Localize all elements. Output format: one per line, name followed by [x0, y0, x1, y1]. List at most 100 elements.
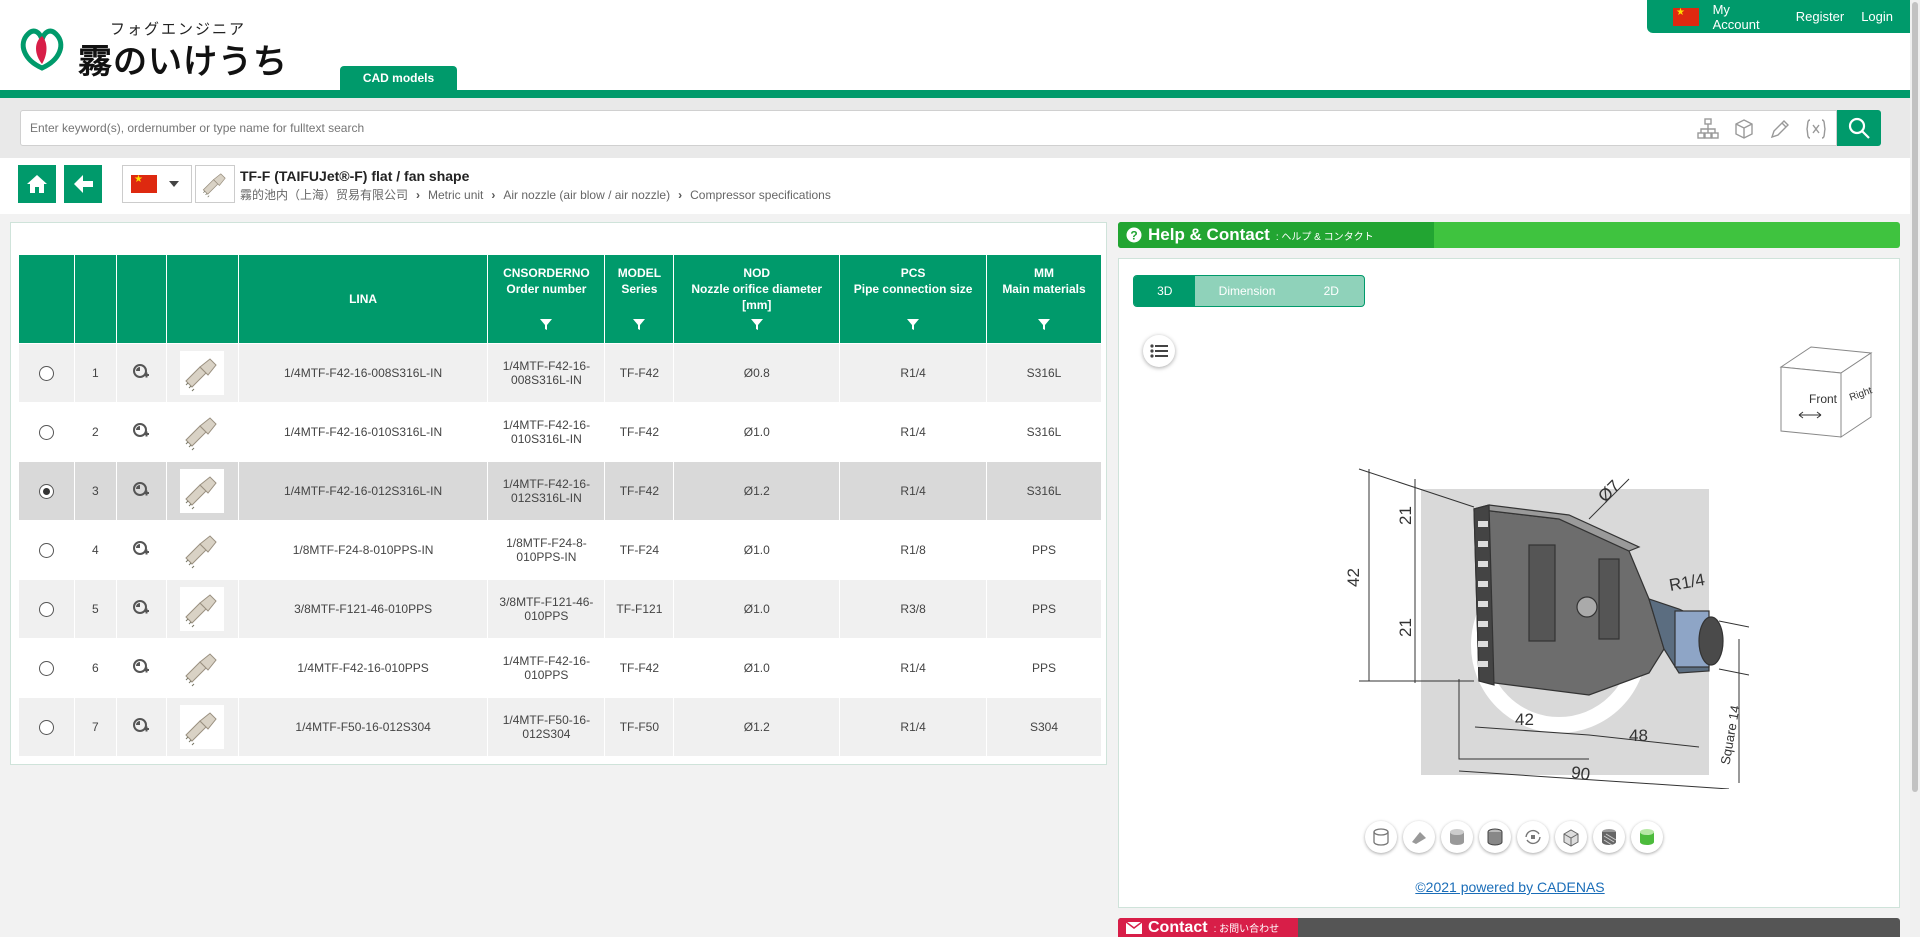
home-button[interactable]	[18, 165, 56, 203]
china-flag-icon[interactable]	[1673, 7, 1699, 26]
powered-by-link[interactable]: ©2021 powered by CADENAS	[1119, 879, 1901, 895]
color-view-button[interactable]	[1631, 821, 1663, 853]
table-row[interactable]: 4 1/8MTF-F24-8-010PPS-IN 1/8MTF-F24-8- 01…	[18, 520, 1102, 580]
col-model-sub: Series	[621, 282, 658, 296]
contact-bar[interactable]: Contact : お問い合わせ	[1118, 918, 1900, 937]
login-link[interactable]: Login	[1861, 9, 1893, 24]
filter-icon[interactable]	[539, 317, 553, 331]
page-scrollbar[interactable]	[1910, 0, 1920, 937]
row-pcs: R1/4	[839, 638, 988, 698]
viewer-menu-button[interactable]	[1143, 335, 1175, 367]
tab-2d[interactable]: 2D	[1299, 276, 1364, 306]
search-button[interactable]	[1837, 110, 1881, 146]
row-order-number: 1/4MTF-F42-16- 010PPS	[487, 638, 606, 698]
table-row[interactable]: 5 3/8MTF-F121-46-010PPS 3/8MTF-F121-46- 0…	[18, 579, 1102, 639]
row-lina: 1/4MTF-F50-16-012S304	[237, 697, 489, 757]
breadcrumb-item[interactable]: Compressor specifications	[690, 188, 831, 202]
logo-mark-icon	[20, 28, 64, 71]
filter-icon[interactable]	[906, 317, 920, 331]
back-button[interactable]	[64, 165, 102, 203]
hierarchy-icon[interactable]	[1696, 117, 1720, 141]
col-cnsorderno[interactable]: CNSORDERNO Order number	[487, 254, 606, 344]
col-model[interactable]: MODEL Series	[604, 254, 675, 344]
row-order-line1: 3/8MTF-F121-46-	[499, 595, 594, 609]
filter-icon[interactable]	[750, 317, 764, 331]
nozzle-thumbnail-icon[interactable]	[180, 469, 225, 513]
col-nod-unit: [mm]	[742, 298, 772, 312]
variable-icon[interactable]	[1804, 117, 1828, 141]
preview-3d-icon[interactable]	[132, 717, 150, 735]
table-row[interactable]: 6 1/4MTF-F42-16-010PPS 1/4MTF-F42-16- 010…	[18, 638, 1102, 698]
preview-3d-icon[interactable]	[132, 363, 150, 381]
table-row[interactable]: 1 1/4MTF-F42-16-008S316L-IN 1/4MTF-F42-1…	[18, 343, 1102, 403]
col-pcs[interactable]: PCS Pipe connection size	[839, 254, 988, 344]
cylinder-edges-icon	[1487, 828, 1503, 846]
row-nod: Ø0.8	[673, 343, 841, 403]
filter-icon[interactable]	[632, 317, 646, 331]
nozzle-thumbnail-icon[interactable]	[180, 410, 225, 454]
nozzle-thumbnail-icon[interactable]	[180, 528, 225, 572]
my-account-link[interactable]: My Account	[1713, 2, 1779, 32]
row-radio[interactable]	[38, 719, 54, 735]
shaded-edges-button[interactable]	[1479, 821, 1511, 853]
row-radio[interactable]	[38, 365, 54, 381]
col-mm[interactable]: MM Main materials	[986, 254, 1102, 344]
breadcrumb-item[interactable]: Metric unit	[428, 188, 483, 202]
scrollbar-thumb[interactable]	[1912, 2, 1918, 792]
row-radio[interactable]	[38, 660, 54, 676]
nozzle-thumbnail-icon[interactable]	[180, 705, 225, 749]
help-title: Help & Contact	[1148, 225, 1270, 244]
preview-3d-icon[interactable]	[132, 540, 150, 558]
register-link[interactable]: Register	[1796, 9, 1844, 24]
row-pcs: R1/4	[839, 461, 988, 521]
preview-3d-icon[interactable]	[132, 599, 150, 617]
measure-button[interactable]	[1403, 821, 1435, 853]
search-tools	[1696, 117, 1828, 141]
breadcrumb-item[interactable]: 霧的池内（上海）贸易有限公司	[240, 186, 408, 203]
box-view-button[interactable]	[1555, 821, 1587, 853]
cube-search-icon[interactable]	[1732, 117, 1756, 141]
product-thumbnail[interactable]	[195, 165, 235, 203]
row-nod: Ø1.0	[673, 638, 841, 698]
search-input[interactable]	[21, 111, 1321, 145]
tab-3d[interactable]: 3D	[1134, 276, 1196, 306]
row-radio[interactable]	[38, 424, 54, 440]
row-pcs: R3/8	[839, 579, 988, 639]
row-radio[interactable]	[38, 483, 54, 499]
row-radio[interactable]	[38, 601, 54, 617]
box-icon	[1563, 829, 1579, 847]
preview-3d-icon[interactable]	[132, 658, 150, 676]
table-row[interactable]: 3 1/4MTF-F42-16-012S316L-IN 1/4MTF-F42-1…	[18, 461, 1102, 521]
col-nod[interactable]: NOD Nozzle orifice diameter [mm]	[673, 254, 841, 344]
row-image-cell	[165, 402, 239, 462]
nozzle-thumbnail-icon[interactable]	[180, 587, 225, 631]
breadcrumb-item[interactable]: Air nozzle (air blow / air nozzle)	[503, 188, 670, 202]
row-index: 4	[73, 520, 117, 580]
nozzle-thumbnail-icon[interactable]	[180, 351, 225, 395]
row-model: TF-F42	[604, 638, 675, 698]
table-row[interactable]: 7 1/4MTF-F50-16-012S304 1/4MTF-F50-16- 01…	[18, 697, 1102, 757]
row-model: TF-F121	[604, 579, 675, 639]
language-select[interactable]	[122, 165, 192, 203]
contact-subtitle: : お問い合わせ	[1213, 924, 1280, 935]
help-contact-bar[interactable]: ? Help & Contact : ヘルプ & コンタクト	[1118, 222, 1900, 248]
view-cube-icon[interactable]: Front Right	[1771, 343, 1881, 443]
cad-viewer[interactable]: 3D Dimension 2D Front Right 42 21 21 Ø7 …	[1118, 258, 1900, 908]
preview-3d-icon[interactable]	[132, 422, 150, 440]
rotate-button[interactable]	[1517, 821, 1549, 853]
tab-cad-models[interactable]: CAD models	[340, 66, 457, 90]
sketch-pencil-icon[interactable]	[1768, 117, 1792, 141]
section-view-button[interactable]	[1365, 821, 1397, 853]
nozzle-thumbnail-icon[interactable]	[180, 646, 225, 690]
shaded-button[interactable]	[1441, 821, 1473, 853]
site-logo[interactable]: フォグエンジニア 霧のいけうち®	[14, 14, 294, 117]
col-lina[interactable]: LINA	[237, 254, 489, 344]
row-radio[interactable]	[38, 542, 54, 558]
table-row[interactable]: 2 1/4MTF-F42-16-010S316L-IN 1/4MTF-F42-1…	[18, 402, 1102, 462]
wireframe-button[interactable]	[1593, 821, 1625, 853]
preview-3d-icon[interactable]	[132, 481, 150, 499]
row-pcs: R1/4	[839, 402, 988, 462]
filter-icon[interactable]	[1037, 317, 1051, 331]
tab-dimension[interactable]: Dimension	[1195, 276, 1298, 306]
row-index: 6	[73, 638, 117, 698]
